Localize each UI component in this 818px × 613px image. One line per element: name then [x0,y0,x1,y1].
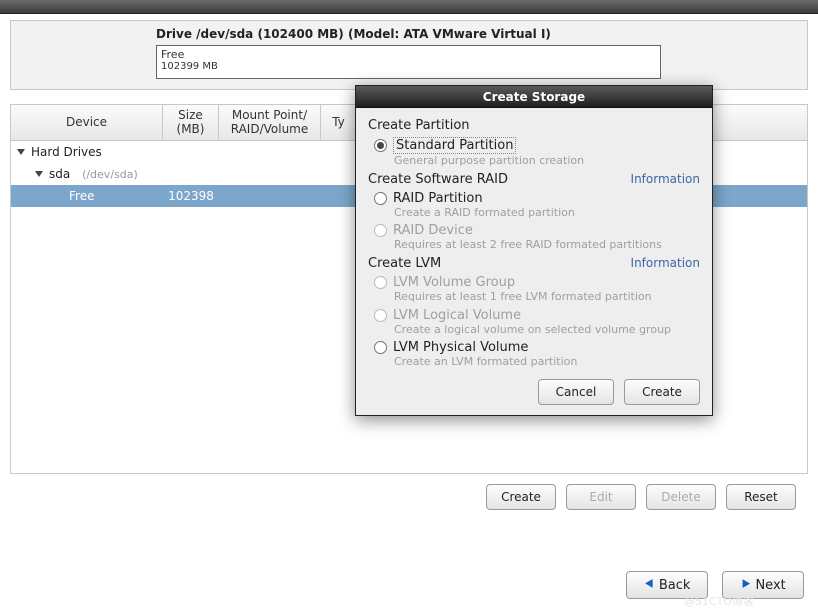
col-size[interactable]: Size (MB) [163,105,219,140]
dialog-create-button[interactable]: Create [624,379,700,405]
section-create-lvm: Create LVM Information [368,256,700,271]
expand-icon[interactable] [17,149,25,155]
hint-lvm-vg: Requires at least 1 free LVM formated pa… [394,291,700,304]
hint-standard: General purpose partition creation [394,155,700,168]
dialog-cancel-button[interactable]: Cancel [538,379,614,405]
radio-icon [374,309,387,322]
free-size: 102398 [163,189,219,203]
option-raid-partition[interactable]: RAID Partition [374,191,700,206]
option-lvm-pv[interactable]: LVM Physical Volume [374,340,700,355]
option-lvm-vg: LVM Volume Group [374,275,700,290]
free-label: Free [69,189,94,203]
arrow-left-icon: ⯇ [644,577,655,593]
option-raid-device: RAID Device [374,223,700,238]
option-label: Standard Partition [393,137,516,154]
radio-icon [374,224,387,237]
hard-drives-label: Hard Drives [31,145,102,159]
drive-usage-bar: Free 102399 MB [156,45,661,79]
radio-icon[interactable] [374,139,387,152]
option-lvm-lv: LVM Logical Volume [374,308,700,323]
option-label: RAID Partition [393,191,483,206]
sda-label: sda [49,167,70,181]
section-create-partition: Create Partition [368,118,700,133]
hint-raid-partition: Create a RAID formated partition [394,207,700,220]
drive-summary-panel: Drive /dev/sda (102400 MB) (Model: ATA V… [10,20,808,90]
col-mount[interactable]: Mount Point/ RAID/Volume [219,105,321,140]
reset-button[interactable]: Reset [726,484,796,510]
drive-free-label: Free [161,48,656,61]
hint-lvm-lv: Create a logical volume on selected volu… [394,324,700,337]
radio-icon [374,276,387,289]
hint-raid-device: Requires at least 2 free RAID formated p… [394,239,700,252]
main-button-row: Create Edit Delete Reset [10,474,808,516]
edit-button: Edit [566,484,636,510]
hint-lvm-pv: Create an LVM formated partition [394,356,700,369]
arrow-right-icon: ⯈ [740,577,751,593]
option-label: LVM Logical Volume [393,308,521,323]
create-button[interactable]: Create [486,484,556,510]
drive-free-size: 102399 MB [161,61,656,73]
col-device[interactable]: Device [11,105,163,140]
option-label: LVM Volume Group [393,275,515,290]
drive-title: Drive /dev/sda (102400 MB) (Model: ATA V… [156,27,799,41]
radio-icon[interactable] [374,192,387,205]
col-type[interactable]: Ty [321,105,357,140]
create-storage-dialog: Create Storage Create Partition Standard… [355,85,713,416]
delete-button: Delete [646,484,716,510]
window-header-bar [0,0,818,14]
dialog-title: Create Storage [356,86,712,108]
option-standard-partition[interactable]: Standard Partition [374,137,700,154]
sda-path: (/dev/sda) [82,168,138,181]
option-label: LVM Physical Volume [393,340,528,355]
expand-icon[interactable] [35,171,43,177]
radio-icon[interactable] [374,341,387,354]
option-label: RAID Device [393,223,473,238]
watermark: @51CTO博客 [684,593,754,609]
lvm-info-link[interactable]: Information [631,256,700,270]
raid-info-link[interactable]: Information [631,172,700,186]
section-create-raid: Create Software RAID Information [368,172,700,187]
